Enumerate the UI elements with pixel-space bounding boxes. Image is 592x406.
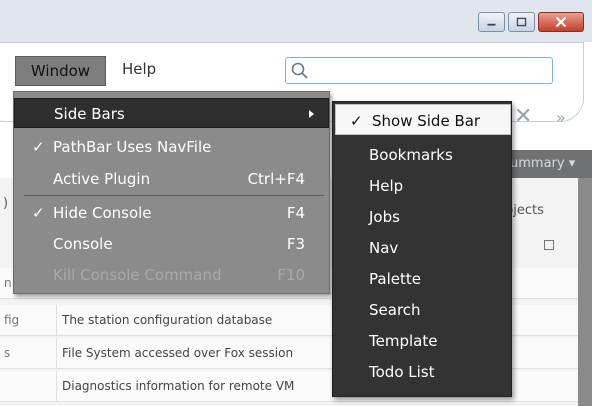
menu-item-shortcut: F10 — [277, 266, 305, 284]
menu-window[interactable]: Window — [15, 56, 106, 86]
right-panel-edge — [578, 160, 592, 406]
column-divider — [56, 305, 57, 335]
submenu-item-label: Jobs — [369, 208, 400, 226]
menu-item-hide-console[interactable]: ✓ Hide Console F4 — [14, 198, 329, 228]
search-input[interactable] — [285, 57, 553, 84]
menu-item-shortcut: F4 — [286, 204, 305, 222]
check-icon: ✓ — [32, 138, 45, 156]
column-header-left: ) — [3, 196, 9, 211]
window-menu: Side Bars ✓ PathBar Uses NavFile Active … — [13, 91, 330, 294]
submenu-item-jobs[interactable]: Jobs — [333, 201, 511, 232]
menu-separator — [24, 195, 324, 196]
close-button[interactable] — [538, 12, 584, 32]
menu-item-shortcut: Ctrl+F4 — [247, 170, 305, 188]
submenu-item-label: Help — [369, 177, 404, 195]
row-name: s — [4, 346, 11, 360]
check-icon: ✓ — [350, 112, 363, 130]
menu-item-label: PathBar Uses NavFile — [53, 138, 212, 156]
more-tabs-icon[interactable]: » — [556, 108, 566, 127]
submenu-item-search[interactable]: Search — [333, 294, 511, 325]
minimize-icon — [487, 23, 496, 26]
menu-item-side-bars[interactable]: Side Bars — [14, 98, 329, 128]
row-name: fig — [4, 313, 20, 327]
submenu-item-template[interactable]: Template — [333, 325, 511, 356]
column-chooser-icon[interactable] — [544, 240, 554, 250]
column-divider — [56, 371, 57, 401]
submenu-item-help[interactable]: Help — [333, 170, 511, 201]
check-icon: ✓ — [32, 204, 45, 222]
submenu-arrow-icon — [309, 110, 314, 118]
menu-item-console[interactable]: Console F3 — [14, 229, 329, 259]
minimize-button[interactable] — [478, 12, 505, 32]
submenu-item-bookmarks[interactable]: Bookmarks — [333, 139, 511, 170]
submenu-item-label: Template — [369, 332, 438, 350]
maximize-icon — [516, 17, 527, 27]
submenu-item-label: Search — [369, 301, 421, 319]
summary-tab-label: ummary — [510, 156, 565, 171]
submenu-item-todo-list[interactable]: Todo List — [333, 356, 511, 387]
row-description: File System accessed over Fox session — [62, 346, 294, 360]
sidebars-submenu: ✓ Show Side Bar Bookmarks Help Jobs Nav … — [332, 101, 512, 397]
submenu-item-label: Bookmarks — [369, 146, 453, 164]
menu-item-label: Side Bars — [54, 105, 125, 123]
menu-item-shortcut: F3 — [286, 235, 305, 253]
submenu-item-show-side-bar[interactable]: ✓ Show Side Bar — [335, 104, 511, 135]
submenu-item-label: Show Side Bar — [372, 112, 481, 130]
menu-item-label: Kill Console Command — [53, 266, 222, 284]
row-name: n — [4, 276, 12, 290]
close-icon — [555, 16, 567, 28]
row-description: The station configuration database — [62, 313, 273, 327]
submenu-item-label: Palette — [369, 270, 421, 288]
close-tab-icon[interactable]: ✕ — [514, 104, 532, 129]
maximize-button[interactable] — [508, 12, 535, 32]
menu-item-kill-console-command: Kill Console Command F10 — [14, 260, 329, 290]
search-icon — [291, 62, 308, 79]
column-divider — [56, 338, 57, 368]
menu-help[interactable]: Help — [122, 60, 156, 78]
menu-item-active-plugin[interactable]: Active Plugin Ctrl+F4 — [14, 164, 329, 194]
menu-item-label: Hide Console — [53, 204, 152, 222]
submenu-item-palette[interactable]: Palette — [333, 263, 511, 294]
menu-item-label: Active Plugin — [53, 170, 151, 188]
submenu-item-nav[interactable]: Nav — [333, 232, 511, 263]
submenu-item-label: Todo List — [369, 363, 435, 381]
menu-item-pathbar-uses-navfile[interactable]: ✓ PathBar Uses NavFile — [14, 132, 329, 162]
row-description: Diagnostics information for remote VM — [62, 379, 295, 393]
submenu-item-label: Nav — [369, 239, 399, 257]
menu-item-label: Console — [53, 235, 113, 253]
